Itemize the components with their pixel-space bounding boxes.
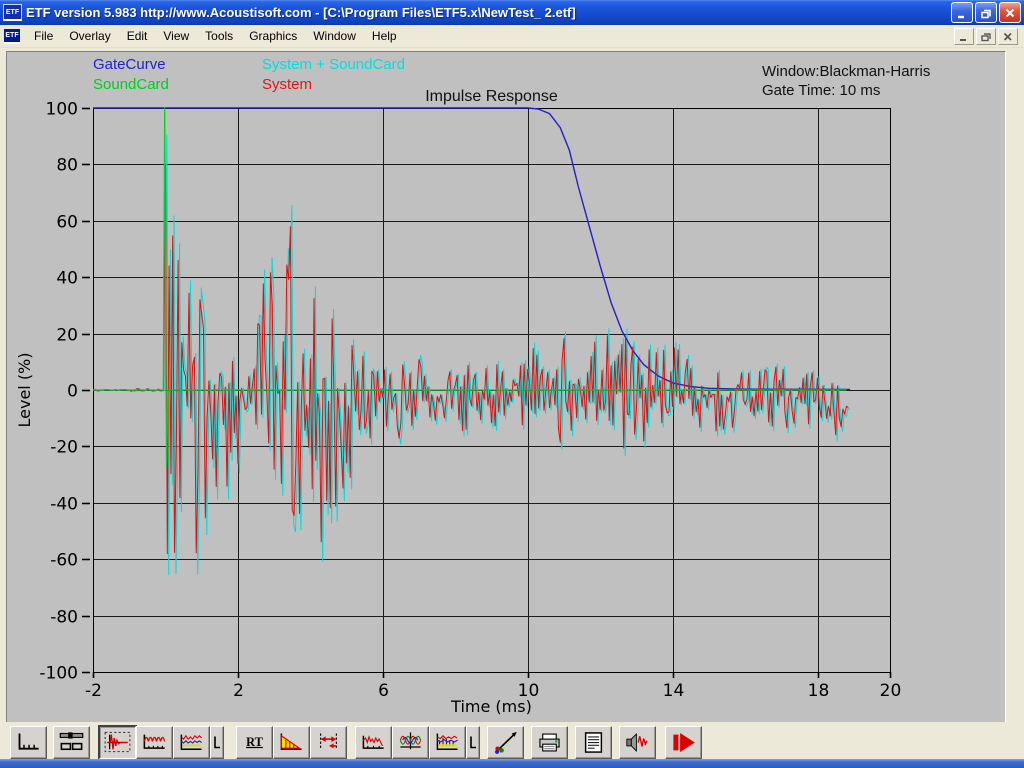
titlebar: ETF ETF version 5.983 http://www.Acousti…: [0, 0, 1024, 25]
toolbar-axes-setup-button[interactable]: [10, 726, 47, 759]
toolbar-gate-settings-button[interactable]: [310, 726, 347, 759]
axis-corner-icon: [467, 731, 479, 754]
toolbar-frequency-response-button[interactable]: [136, 726, 173, 759]
toolbar-phase-response-button[interactable]: [392, 726, 429, 759]
energy-decay-icon: [278, 731, 305, 754]
menu-window[interactable]: Window: [305, 26, 364, 46]
toolbar-marker-button[interactable]: [487, 726, 524, 759]
restore-icon: [980, 7, 993, 19]
waterfall-icon: [434, 731, 461, 754]
window-gate-info: Window:Blackman-Harris Gate Time: 10 ms: [762, 62, 930, 100]
toolbar-combined-response-button[interactable]: [173, 726, 210, 759]
mdi-minimize-button[interactable]: [954, 28, 974, 45]
notes-icon: [580, 731, 607, 754]
frequency-response-icon: [141, 731, 168, 754]
rt-label-icon: RT: [241, 731, 268, 754]
toolbar-impulse-axis-toggle-button[interactable]: [210, 726, 224, 759]
menu-graphics[interactable]: Graphics: [241, 26, 305, 46]
window-bottom-border: [0, 759, 1024, 768]
axis-corner-icon: [211, 731, 223, 754]
menu-help[interactable]: Help: [364, 26, 405, 46]
minimize-icon: [956, 7, 968, 19]
toolbar-display-setup-button[interactable]: [53, 726, 90, 759]
print-icon: [536, 731, 563, 754]
menu-overlay[interactable]: Overlay: [61, 26, 118, 46]
run-icon: [670, 731, 697, 754]
legend-gatecurve: GateCurve: [93, 55, 262, 75]
toolbar-impulse-response-button[interactable]: [99, 726, 136, 759]
gate-settings-icon: [315, 731, 342, 754]
document-app-icon[interactable]: ETF: [4, 29, 20, 44]
legend-system-soundcard: System + SoundCard: [262, 55, 405, 75]
app-icon[interactable]: ETF: [3, 4, 22, 21]
toolbar-measure-button[interactable]: [619, 726, 656, 759]
mdi-restore-icon: [981, 32, 992, 42]
menu-edit[interactable]: Edit: [119, 26, 156, 46]
display-setup-icon: [58, 731, 85, 754]
phase-response-icon: [397, 731, 424, 754]
menubar: ETF FileOverlayEditViewToolsGraphicsWind…: [0, 25, 1024, 48]
menu-file[interactable]: File: [26, 26, 61, 46]
mdi-window-controls: [954, 28, 1018, 45]
toolbar-waterfall-axis-toggle-button[interactable]: [466, 726, 480, 759]
window-title: ETF version 5.983 http://www.Acoustisoft…: [26, 5, 576, 20]
mdi-restore-button[interactable]: [976, 28, 996, 45]
chart-client-area: [6, 51, 1006, 723]
close-icon: [1004, 7, 1016, 19]
gate-time-label: Gate Time: 10 ms: [762, 81, 930, 100]
mdi-close-icon: [1003, 32, 1013, 42]
measure-icon: [624, 731, 651, 754]
menu-tools[interactable]: Tools: [197, 26, 241, 46]
minimize-button[interactable]: [951, 2, 973, 23]
window-controls: [951, 2, 1021, 23]
noise-response-icon: [360, 731, 387, 754]
impulse-response-icon: [104, 731, 131, 754]
restore-button[interactable]: [975, 2, 997, 23]
mdi-minimize-icon: [959, 32, 969, 42]
toolbar-rt60-button[interactable]: RT: [236, 726, 273, 759]
close-button[interactable]: [999, 2, 1021, 23]
svg-text:RT: RT: [246, 735, 263, 749]
toolbar-noise-response-button[interactable]: [355, 726, 392, 759]
toolbar-print-button[interactable]: [531, 726, 568, 759]
toolbar-waterfall-button[interactable]: [429, 726, 466, 759]
bottom-toolbar: RT: [0, 722, 1024, 759]
toolbar-energy-decay-button[interactable]: [273, 726, 310, 759]
toolbar-run-measurement-button[interactable]: [665, 726, 702, 759]
marker-icon: [492, 731, 519, 754]
toolbar-notes-button[interactable]: [575, 726, 612, 759]
mdi-close-button[interactable]: [998, 28, 1018, 45]
axis-icon: [15, 731, 42, 754]
combined-response-icon: [178, 731, 205, 754]
window-function-label: Window:Blackman-Harris: [762, 62, 930, 81]
menu-view[interactable]: View: [155, 26, 197, 46]
